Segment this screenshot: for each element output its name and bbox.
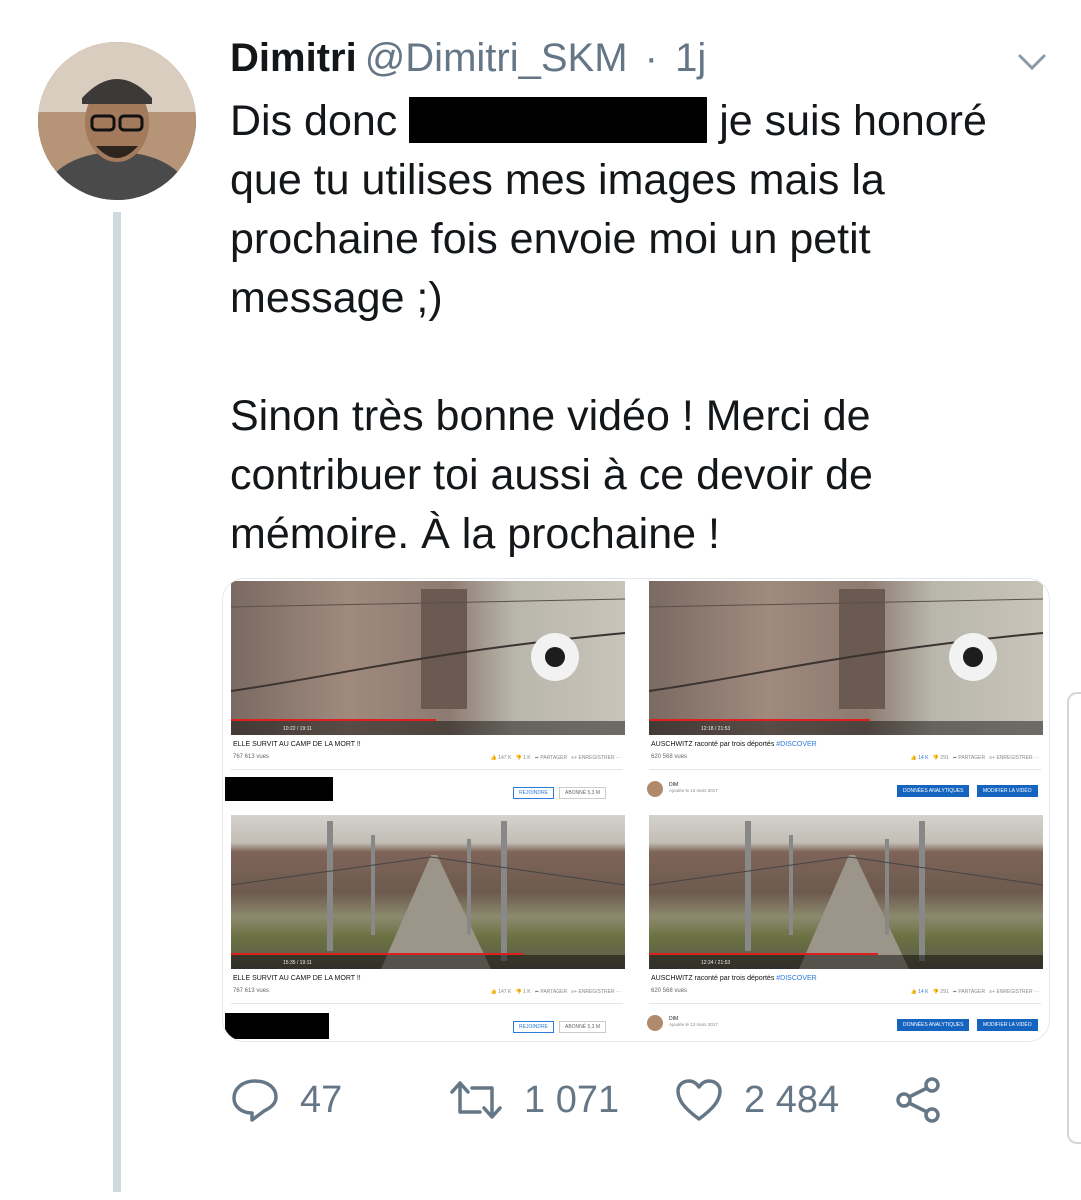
tweet-actions: 47 1 071 2 484 [230,1070,950,1130]
header-separator: · [644,36,658,80]
tweet-media-grid[interactable]: 10:22 / 19:11 ELLE SURVIT AU CAMP DE LA … [222,578,1050,1042]
video-title: AUSCHWITZ raconté par trois déportés #DI… [651,741,817,748]
video-likes: 147 K [498,755,512,761]
video-save: ENREGISTRER [996,755,1033,761]
analytics-button: DONNÉES ANALYTIQUES [897,785,970,797]
video-actions: 👍 14 K 👎 291 ➦ PARTAGER ≡+ ENREGISTRER ·… [910,755,1039,761]
tweet-paragraph-1: Dis donc je suis honoré que tu utilises … [230,92,1030,328]
media-image-4[interactable]: 12:24 / 21:53 AUSCHWITZ raconté par troi… [641,813,1049,1041]
avatar[interactable] [38,42,196,200]
video-title: ELLE SURVIT AU CAMP DE LA MORT !! [233,975,361,982]
thread-line [113,212,121,1192]
redacted-channel [225,777,333,801]
video-time: 12:24 / 21:53 [701,960,731,966]
like-count: 2 484 [744,1078,840,1121]
video-dislikes: 291 [940,755,949,761]
redacted-mention [409,97,708,143]
tweet-header: Dimitri @Dimitri_SKM · 1j [230,36,706,81]
edit-video-button: MODIFIER LA VIDÉO [977,1019,1038,1031]
edit-video-button: MODIFIER LA VIDÉO [977,785,1038,797]
chevron-down-icon[interactable] [1017,52,1047,72]
join-button: REJOINDRE [513,1021,554,1033]
video-save: ENREGISTRER [996,989,1033,995]
video-share: PARTAGER [958,755,986,761]
reply-icon [232,1079,278,1122]
author-name[interactable]: Dimitri [230,36,357,80]
media-image-3[interactable]: 15:35 / 19:11 ELLE SURVIT AU CAMP DE LA … [223,813,631,1041]
video-thumbnail: 12:24 / 21:53 [649,815,1043,969]
video-title-main: AUSCHWITZ raconté par trois déportés [651,741,777,748]
like-icon [676,1079,722,1121]
video-title: AUSCHWITZ raconté par trois déportés #DI… [651,975,817,982]
tweet-text: Dis donc je suis honoré que tu utilises … [230,92,1030,564]
analytics-button: DONNÉES ANALYTIQUES [897,1019,970,1031]
join-button: REJOINDRE [513,787,554,799]
video-thumbnail: 12:18 / 21:53 [649,581,1043,735]
video-dislikes: 1 K [523,989,531,995]
share-button[interactable] [894,1070,944,1130]
video-actions: 👍 14 K 👎 291 ➦ PARTAGER ≡+ ENREGISTRER ·… [910,989,1039,995]
reply-count: 47 [300,1078,343,1121]
channel-info: DIM Ajoutée le 13 mars 2017 [669,1016,718,1027]
video-title: ELLE SURVIT AU CAMP DE LA MORT !! [233,741,361,748]
channel-info: DIM Ajoutée le 13 mars 2017 [669,782,718,793]
video-dislikes: 1 K [523,755,531,761]
tweet-text-start: Dis donc [230,97,410,145]
upload-date: Ajoutée le 13 mars 2017 [669,788,718,793]
video-likes: 14 K [918,989,929,995]
channel-avatar [647,1015,663,1031]
video-dislikes: 291 [940,989,949,995]
video-likes: 14 K [918,755,929,761]
video-save: ENREGISTRER [578,755,615,761]
video-time: 12:18 / 21:53 [701,726,731,732]
scroll-edge [1067,692,1081,1144]
video-actions: 👍 147 K 👎 1 K ➦ PARTAGER ≡+ ENREGISTRER … [490,989,621,995]
video-views: 767 613 vues [233,988,270,994]
video-likes: 147 K [498,989,512,995]
subscribed-button: ABONNÉ 5,3 M [559,787,607,799]
video-time: 10:22 / 19:11 [283,726,312,732]
video-share: PARTAGER [958,989,986,995]
video-thumbnail: 15:35 / 19:11 [231,815,625,969]
video-share: PARTAGER [540,755,568,761]
video-thumbnail: 10:22 / 19:11 [231,581,625,735]
share-icon [896,1077,940,1123]
media-image-1[interactable]: 10:22 / 19:11 ELLE SURVIT AU CAMP DE LA … [223,579,631,807]
video-views: 767 613 vues [233,754,270,760]
video-time: 15:35 / 19:11 [283,960,312,966]
media-image-2[interactable]: 12:18 / 21:53 AUSCHWITZ raconté par troi… [641,579,1049,807]
video-title-hashtag: #DISCOVER [776,741,817,748]
video-save: ENREGISTRER [578,989,615,995]
retweet-button[interactable]: 1 071 [448,1070,619,1130]
retweet-icon [450,1081,502,1119]
upload-date: Ajoutée le 13 mars 2017 [669,1022,718,1027]
reply-button[interactable]: 47 [230,1070,342,1130]
like-button[interactable]: 2 484 [674,1070,839,1130]
author-handle[interactable]: @Dimitri_SKM [365,36,628,80]
subscribed-button: ABONNÉ 5,3 M [559,1021,607,1033]
tweet-time[interactable]: 1j [675,36,706,80]
redacted-channel [225,1013,329,1039]
video-title-main: AUSCHWITZ raconté par trois déportés [651,975,777,982]
video-views: 620 568 vues [651,754,688,760]
video-actions: 👍 147 K 👎 1 K ➦ PARTAGER ≡+ ENREGISTRER … [490,755,621,761]
tweet-paragraph-2: Sinon très bonne vidéo ! Merci de contri… [230,392,873,558]
video-views: 620 568 vues [651,988,688,994]
video-share: PARTAGER [540,989,568,995]
video-title-hashtag: #DISCOVER [776,975,817,982]
channel-avatar [647,781,663,797]
retweet-count: 1 071 [524,1078,620,1121]
avatar-image [38,42,196,200]
